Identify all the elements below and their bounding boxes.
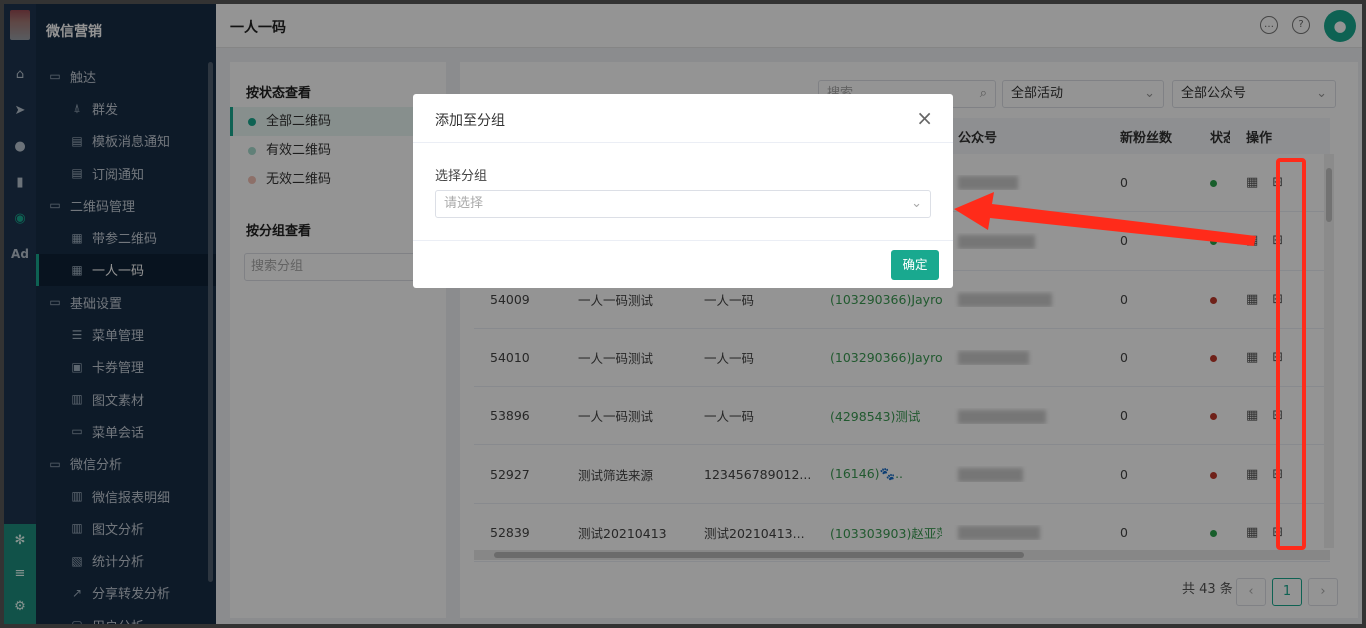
app-window: ⌂ ➤ ● ▮ ◉ Ad ✻ ≡ ⚙ 微信营销 ▭ 触达 ⍋ 群发 ▤ 模板消息通知 ▤ 订阅… (4, 4, 1362, 624)
annotation-arrow (954, 192, 1256, 246)
